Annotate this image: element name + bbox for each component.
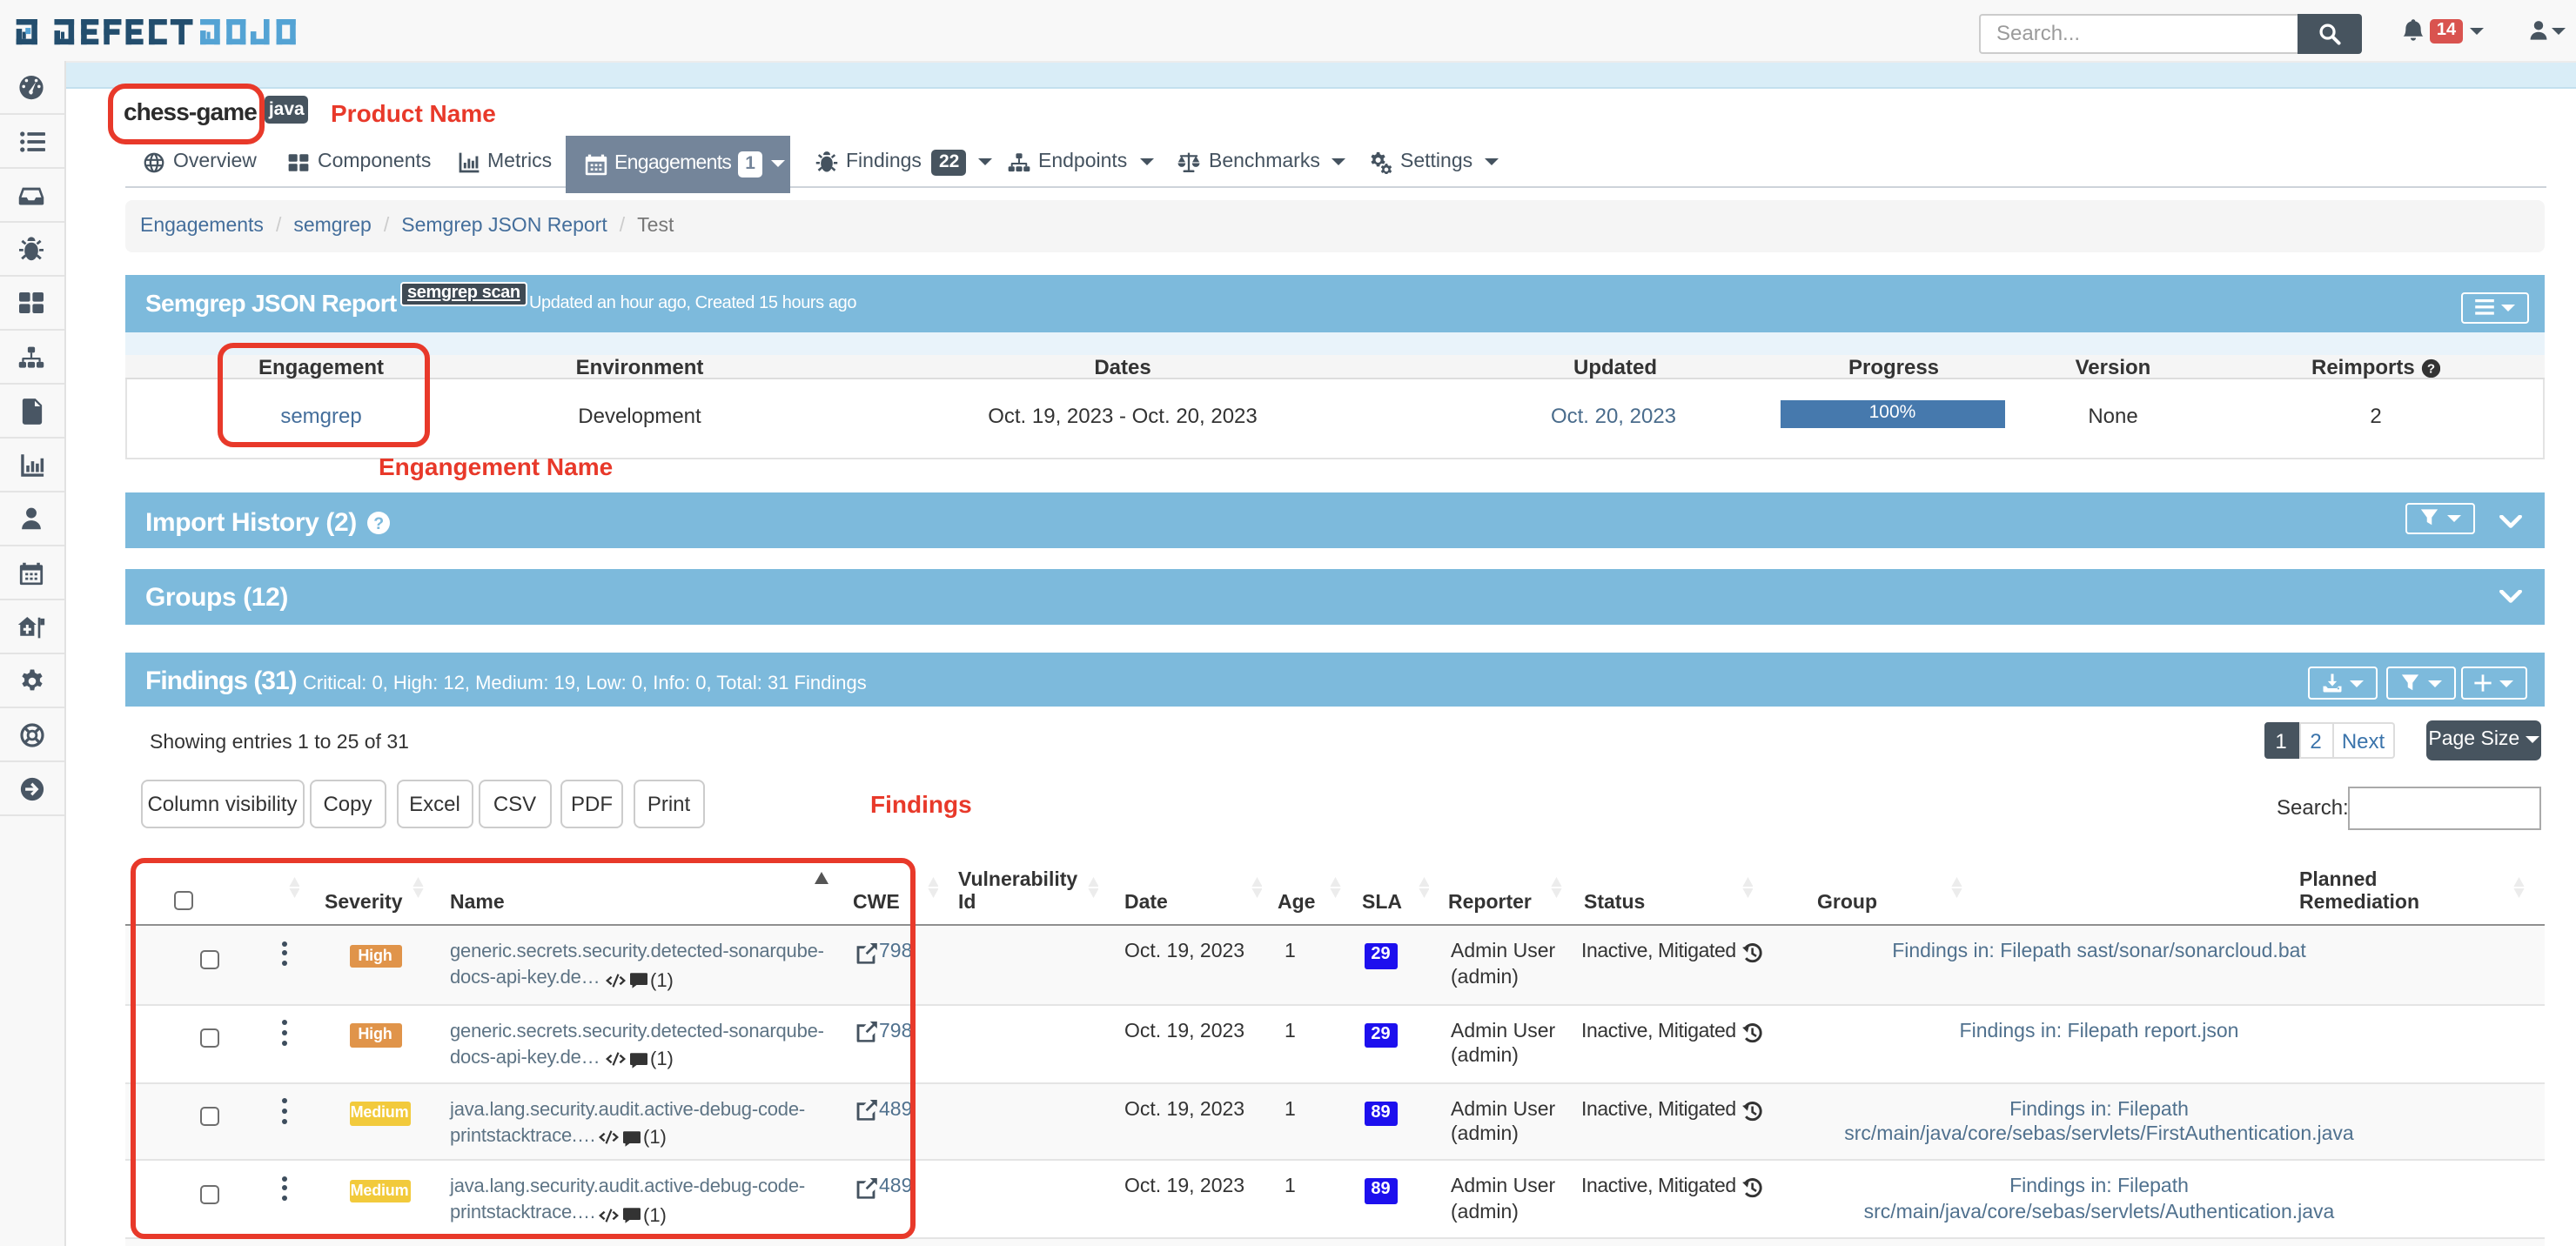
- svg-text:?: ?: [373, 514, 384, 533]
- svg-text:?: ?: [2426, 361, 2434, 376]
